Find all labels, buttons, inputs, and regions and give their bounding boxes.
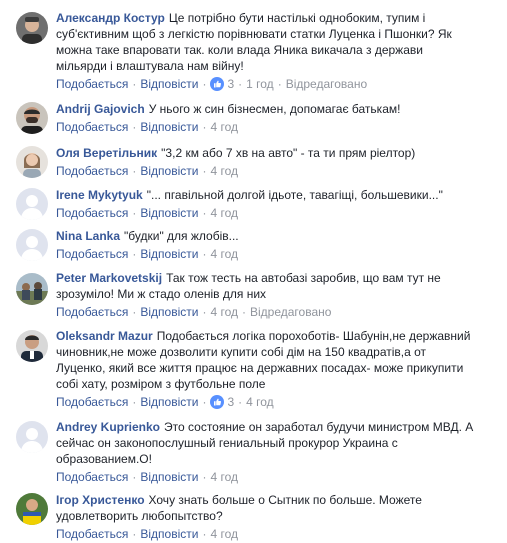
comment-text: Oleksandr Mazur Подобається логіка порохо… bbox=[56, 328, 476, 392]
comment-text: Andrey Kuprienko Это состояние он заработ… bbox=[56, 419, 476, 467]
comment-message: "3,2 км або 7 хв на авто" - та ти прям р… bbox=[161, 146, 416, 160]
avatar[interactable] bbox=[16, 229, 48, 261]
like-button[interactable]: Подобається bbox=[56, 77, 128, 91]
comment-actions: Подобається · Відповісти · 4 год bbox=[56, 164, 238, 178]
reply-button[interactable]: Відповісти bbox=[140, 395, 198, 409]
comment-author[interactable]: Александр Костур bbox=[56, 11, 165, 25]
comment-text: Andrij Gajovich У нього ж син бізнесмен, … bbox=[56, 101, 476, 117]
profile-photo-icon bbox=[16, 273, 48, 305]
profile-photo-icon bbox=[16, 493, 48, 525]
comment-list: Александр Костур Це потрібно бути настіль… bbox=[0, 0, 507, 543]
edited-label[interactable]: Відредаговано bbox=[286, 77, 367, 91]
like-button[interactable]: Подобається bbox=[56, 164, 128, 178]
comment-body: Александр Костур Це потрібно бути настіль… bbox=[56, 10, 476, 94]
comment-actions: Подобається · Відповісти · 3 · 4 год bbox=[56, 395, 476, 412]
comment-message: "будки" для жлобів... bbox=[124, 229, 239, 243]
comment-text: Peter Markovetskij Так тож тесть на автоб… bbox=[56, 270, 476, 302]
avatar[interactable] bbox=[16, 273, 48, 305]
avatar[interactable] bbox=[16, 188, 48, 220]
avatar[interactable] bbox=[16, 493, 48, 525]
like-button[interactable]: Подобається bbox=[56, 206, 128, 220]
comment-body: Ігор Христенко Хочу знать больше о Сытник… bbox=[56, 492, 476, 541]
comment-time[interactable]: 4 год bbox=[246, 395, 274, 409]
comment-time[interactable]: 1 год bbox=[246, 77, 274, 91]
profile-photo-icon bbox=[16, 12, 48, 44]
like-button[interactable]: Подобається bbox=[56, 470, 128, 484]
comment-author[interactable]: Andrij Gajovich bbox=[56, 102, 145, 116]
comment-time[interactable]: 4 год bbox=[210, 247, 238, 261]
reply-button[interactable]: Відповісти bbox=[140, 206, 198, 220]
avatar[interactable] bbox=[16, 421, 48, 453]
like-button[interactable]: Подобається bbox=[56, 395, 128, 409]
reply-button[interactable]: Відповісти bbox=[140, 305, 198, 319]
comment-actions: Подобається · Відповісти · 3 · 1 год · Відредаго… bbox=[56, 77, 476, 94]
reply-button[interactable]: Відповісти bbox=[140, 120, 198, 134]
comment-text: Оля Веретільник "3,2 км або 7 хв на авто"… bbox=[56, 145, 476, 161]
reaction-count[interactable]: 3 bbox=[227, 395, 234, 409]
like-reaction-icon[interactable] bbox=[210, 395, 225, 412]
comment-message: У нього ж син бізнесмен, допомагає батьк… bbox=[148, 102, 401, 116]
comment-time[interactable]: 4 год bbox=[210, 120, 238, 134]
profile-photo-icon bbox=[16, 330, 48, 362]
reply-button[interactable]: Відповісти bbox=[140, 247, 198, 261]
reply-button[interactable]: Відповісти bbox=[140, 77, 198, 91]
reply-button[interactable]: Відповісти bbox=[140, 527, 198, 541]
default-avatar-icon bbox=[16, 229, 48, 261]
comment-body: Oleksandr Mazur Подобається логіка порохо… bbox=[56, 328, 476, 412]
default-avatar-icon bbox=[16, 421, 48, 453]
comment-text: Nina Lanka "будки" для жлобів... bbox=[56, 228, 476, 244]
comment-time[interactable]: 4 год bbox=[210, 206, 238, 220]
comment-author[interactable]: Nina Lanka bbox=[56, 229, 120, 243]
comment-author[interactable]: Andrey Kuprienko bbox=[56, 420, 160, 434]
comment-actions: Подобається · Відповісти · 4 год · Відредагова… bbox=[56, 305, 332, 319]
avatar[interactable] bbox=[16, 12, 48, 44]
comment-text: Ігор Христенко Хочу знать больше о Сытник… bbox=[56, 492, 476, 524]
comment-body: Оля Веретільник "3,2 км або 7 хв на авто"… bbox=[56, 145, 476, 178]
comment-author[interactable]: Ігор Христенко bbox=[56, 493, 145, 507]
comment-actions: Подобається · Відповісти · 4 год bbox=[56, 527, 238, 541]
like-reaction-icon[interactable] bbox=[210, 77, 225, 94]
reaction-count[interactable]: 3 bbox=[227, 77, 234, 91]
comment-text: Александр Костур Це потрібно бути настіль… bbox=[56, 10, 476, 74]
profile-photo-icon bbox=[16, 102, 48, 134]
comment-body: Peter Markovetskij Так тож тесть на автоб… bbox=[56, 270, 476, 319]
like-button[interactable]: Подобається bbox=[56, 305, 128, 319]
comment-author[interactable]: Оля Веретільник bbox=[56, 146, 157, 160]
comment-author[interactable]: Irene Mykytyuk bbox=[56, 188, 143, 202]
profile-photo-icon bbox=[16, 146, 48, 178]
avatar[interactable] bbox=[16, 146, 48, 178]
comment-actions: Подобається · Відповісти · 4 год bbox=[56, 206, 238, 220]
comment-time[interactable]: 4 год bbox=[210, 305, 238, 319]
comment-actions: Подобається · Відповісти · 4 год bbox=[56, 247, 238, 261]
comment-message: "... пгавільной долгой ідьоте, тавагіщі,… bbox=[146, 188, 443, 202]
comment-body: Nina Lanka "будки" для жлобів... Подобаєт… bbox=[56, 228, 476, 261]
avatar[interactable] bbox=[16, 330, 48, 362]
comment-author[interactable]: Oleksandr Mazur bbox=[56, 329, 153, 343]
comment-actions: Подобається · Відповісти · 4 год bbox=[56, 470, 238, 484]
like-button[interactable]: Подобається bbox=[56, 247, 128, 261]
comment-time[interactable]: 4 год bbox=[210, 470, 238, 484]
avatar[interactable] bbox=[16, 102, 48, 134]
edited-label[interactable]: Відредаговано bbox=[250, 305, 331, 319]
default-avatar-icon bbox=[16, 188, 48, 220]
reply-button[interactable]: Відповісти bbox=[140, 164, 198, 178]
comment-body: Andrey Kuprienko Это состояние он заработ… bbox=[56, 419, 476, 484]
comment-author[interactable]: Peter Markovetskij bbox=[56, 271, 162, 285]
comment-time[interactable]: 4 год bbox=[210, 527, 238, 541]
comment-actions: Подобається · Відповісти · 4 год bbox=[56, 120, 238, 134]
comment-time[interactable]: 4 год bbox=[210, 164, 238, 178]
comment-text: Irene Mykytyuk "... пгавільной долгой ідь… bbox=[56, 187, 476, 203]
comment-body: Andrij Gajovich У нього ж син бізнесмен, … bbox=[56, 101, 476, 134]
like-button[interactable]: Подобається bbox=[56, 120, 128, 134]
comment-body: Irene Mykytyuk "... пгавільной долгой ідь… bbox=[56, 187, 476, 220]
like-button[interactable]: Подобається bbox=[56, 527, 128, 541]
reply-button[interactable]: Відповісти bbox=[140, 470, 198, 484]
